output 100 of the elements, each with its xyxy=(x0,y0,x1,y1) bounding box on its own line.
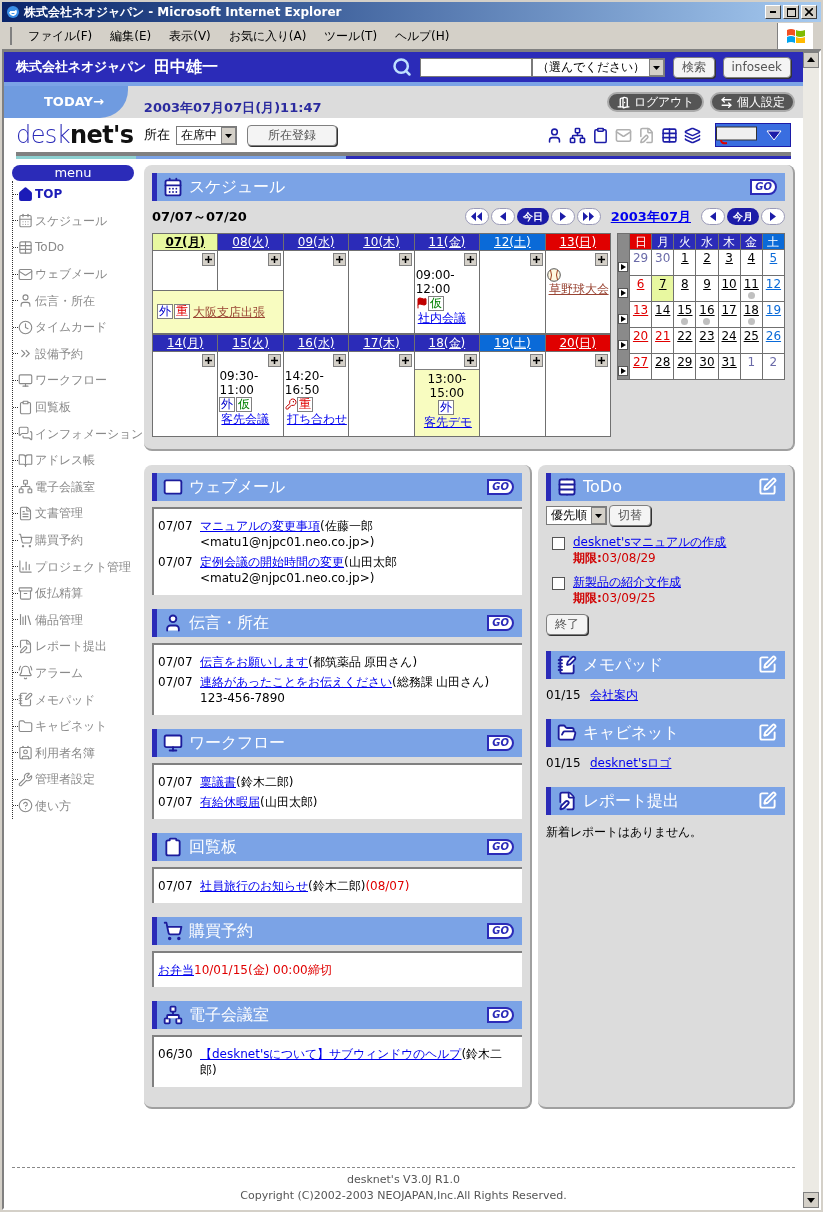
next-button[interactable] xyxy=(576,208,601,226)
maximize-button[interactable] xyxy=(783,5,799,19)
go-button[interactable]: GO xyxy=(750,179,777,195)
calendar-day[interactable]: 28 xyxy=(652,353,675,380)
menu-item[interactable]: アドレス帳 xyxy=(18,451,95,470)
search-field[interactable] xyxy=(419,57,532,77)
calendar-day[interactable]: 16 xyxy=(696,301,719,328)
search-scope-select[interactable]: （選んでください） xyxy=(531,57,665,77)
item-link[interactable]: 稟議書 xyxy=(200,774,236,789)
item-link[interactable]: 会社案内 xyxy=(590,686,638,703)
network-icon[interactable] xyxy=(569,126,586,144)
add-button[interactable] xyxy=(202,353,216,367)
calendar-day[interactable]: 2 xyxy=(696,249,719,276)
day-header[interactable]: 16(水) xyxy=(283,334,350,352)
register-status-button[interactable]: 所在登録 xyxy=(246,124,337,146)
item-link[interactable]: マニュアルの変更事項 xyxy=(200,518,320,533)
calendar-day[interactable]: 30 xyxy=(696,353,719,380)
day-header[interactable]: 19(土) xyxy=(480,334,546,352)
item-link[interactable]: 有給休暇届 xyxy=(200,794,260,809)
stack-icon[interactable] xyxy=(684,126,701,144)
close-button[interactable] xyxy=(801,5,817,19)
day-header[interactable]: 09(水) xyxy=(283,233,350,251)
add-button[interactable] xyxy=(267,353,281,367)
header-button[interactable]: infoseek xyxy=(722,56,791,78)
window-switcher-button[interactable] xyxy=(715,123,791,147)
checkbox[interactable] xyxy=(552,576,565,590)
menu-item[interactable]: ウェブメール xyxy=(18,265,107,284)
add-button[interactable] xyxy=(529,252,543,266)
day-header[interactable]: 12(土) xyxy=(480,233,546,251)
week-select-button[interactable] xyxy=(618,261,628,272)
day-header[interactable]: 10(木) xyxy=(349,233,415,251)
week-select-button[interactable] xyxy=(618,365,628,376)
go-button[interactable]: GO xyxy=(487,838,514,855)
calendar-day[interactable]: 20 xyxy=(630,327,653,354)
add-button[interactable] xyxy=(464,353,478,367)
menu-item[interactable]: お気に入り(A) xyxy=(220,26,315,45)
calendar-day[interactable]: 9 xyxy=(696,275,719,302)
menu-item[interactable]: プロジェクト管理 xyxy=(18,557,131,576)
sort-select[interactable]: 優先順 xyxy=(546,505,607,525)
menu-item[interactable]: 設備予約 xyxy=(18,344,83,363)
week-select-button[interactable] xyxy=(618,287,628,298)
event-link[interactable]: 打ち合わせ xyxy=(286,411,347,426)
menu-item[interactable]: ツール(T) xyxy=(316,26,386,45)
minimize-button[interactable] xyxy=(765,5,781,19)
calendar-day[interactable]: 13 xyxy=(630,301,653,328)
menu-item[interactable]: ToDo xyxy=(18,238,65,257)
calendar-day[interactable]: 23 xyxy=(696,327,719,354)
item-link[interactable]: 連絡があったことをお伝えください xyxy=(200,674,392,689)
calendar-day[interactable]: 29 xyxy=(630,249,653,276)
add-button[interactable] xyxy=(594,353,608,367)
calendar-day[interactable]: 14 xyxy=(652,301,675,328)
menu-item[interactable]: 使い方 xyxy=(18,796,71,815)
event-link[interactable]: 大阪支店出張 xyxy=(193,302,265,321)
menu-item[interactable]: アラーム xyxy=(18,664,83,682)
calendar-day[interactable]: 8 xyxy=(674,275,697,302)
add-button[interactable] xyxy=(529,353,543,367)
calendar-day[interactable]: 7 xyxy=(652,275,675,302)
item-link[interactable]: 【desknet'sについて】サブウィンドウのヘルプ xyxy=(200,1046,462,1061)
account-button[interactable]: 個人設定 xyxy=(710,92,795,112)
add-button[interactable] xyxy=(333,353,347,367)
menu-item[interactable]: ワークフロー xyxy=(18,371,107,390)
menu-item[interactable]: スケジュール xyxy=(18,211,107,230)
todo-link[interactable]: 新製品の紹介文作成 xyxy=(573,573,681,590)
todo-link[interactable]: desknet'sマニュアルの作成 xyxy=(573,533,727,550)
calendar-day[interactable]: 6 xyxy=(630,275,653,302)
week-select-button[interactable] xyxy=(618,339,628,350)
pill-button[interactable]: 今日 xyxy=(516,208,549,226)
go-button[interactable]: GO xyxy=(487,922,514,939)
go-button[interactable]: GO xyxy=(487,734,514,751)
add-button[interactable] xyxy=(398,353,412,367)
event-link[interactable]: 草野球大会 xyxy=(548,282,609,296)
go-button[interactable]: GO xyxy=(487,614,514,631)
table-icon[interactable] xyxy=(661,126,678,144)
scroll-up-icon[interactable] xyxy=(803,52,819,68)
checkbox[interactable] xyxy=(552,536,565,550)
calendar-day[interactable]: 22 xyxy=(674,327,697,354)
add-button[interactable] xyxy=(464,252,478,266)
menu-item[interactable]: レポート提出 xyxy=(18,637,107,656)
calendar-day[interactable]: 27 xyxy=(630,353,653,380)
edit-button[interactable] xyxy=(758,477,777,496)
menu-item[interactable]: 利用者名簿 xyxy=(18,743,95,762)
menu-item[interactable]: タイムカード xyxy=(18,318,107,337)
vertical-scrollbar[interactable] xyxy=(803,52,819,1208)
menu-item[interactable]: ファイル(F) xyxy=(20,26,101,45)
previous-button[interactable] xyxy=(701,208,725,226)
menu-item[interactable]: キャビネット xyxy=(18,717,107,736)
status-select[interactable]: 在席中 xyxy=(175,125,237,145)
calendar-day[interactable]: 1 xyxy=(674,249,697,276)
scroll-down-icon[interactable] xyxy=(803,1192,819,1208)
menu-item[interactable]: 電子会議室 xyxy=(18,477,95,496)
item-link[interactable]: 定例会議の開始時間の変更 xyxy=(200,554,344,569)
event-link[interactable]: 客先会議 xyxy=(221,411,270,426)
menu-item[interactable]: 表示(V) xyxy=(161,26,219,45)
month-link[interactable]: 2003年07月 xyxy=(610,207,691,227)
add-button[interactable] xyxy=(202,252,216,266)
account-button[interactable]: ログアウト xyxy=(607,92,704,112)
next-button[interactable] xyxy=(550,208,575,226)
next-button[interactable] xyxy=(761,208,785,226)
calendar-day[interactable]: 21 xyxy=(652,327,675,354)
menu-item[interactable]: 文書管理 xyxy=(18,504,83,523)
